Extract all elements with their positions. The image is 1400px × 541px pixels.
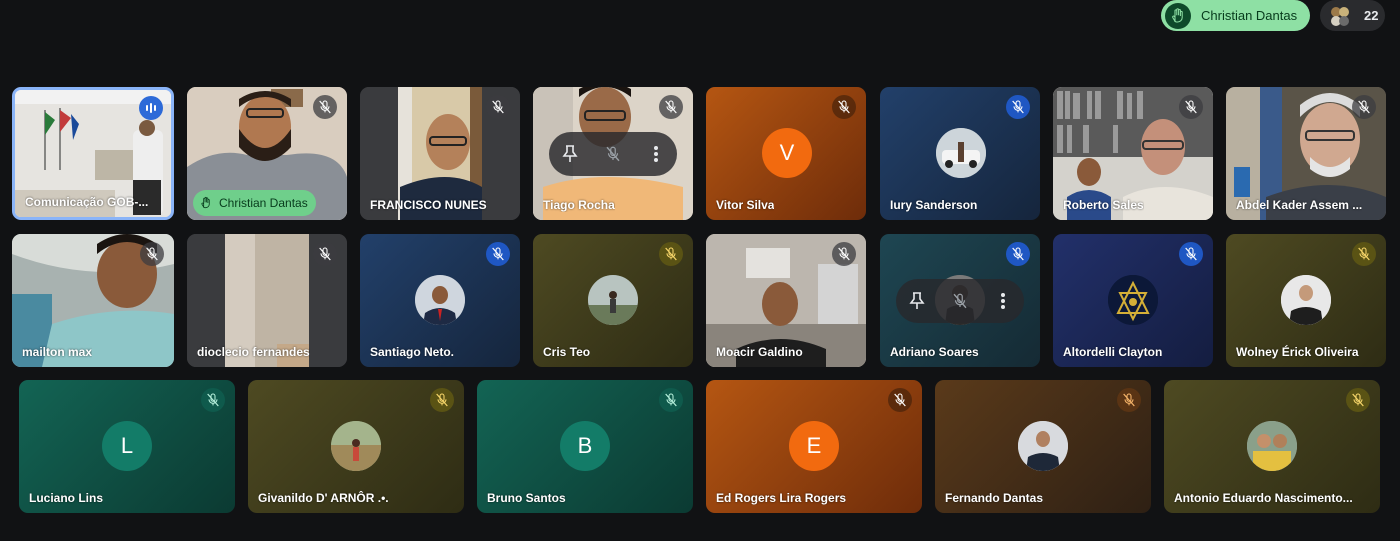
avatar: B (560, 421, 610, 471)
avatar: L (102, 421, 152, 471)
mic-off-icon (313, 95, 337, 119)
mute-icon[interactable] (946, 287, 974, 315)
participant-name: Santiago Neto. (370, 345, 455, 359)
avatar (331, 421, 381, 471)
mic-off-icon (659, 95, 683, 119)
speaking-icon (139, 96, 163, 120)
participant-name: FRANCISCO NUNES (370, 198, 487, 212)
mic-off-icon (140, 242, 164, 266)
participant-tile[interactable]: L Luciano Lins (19, 380, 235, 513)
avatar (415, 275, 465, 325)
mic-off-icon (486, 242, 510, 266)
mic-off-icon (313, 242, 337, 266)
tile-controls (549, 132, 677, 176)
more-options-icon[interactable] (989, 287, 1017, 315)
avatar-initial: E (806, 433, 822, 458)
participant-tile[interactable]: dioclecio fernandes (187, 234, 347, 367)
top-bar: Christian Dantas 22 (0, 0, 1400, 40)
participant-name: Iury Sanderson (890, 198, 978, 212)
participant-name: Abdel Kader Assem ... (1236, 198, 1363, 212)
participant-name: Ed Rogers Lira Rogers (716, 491, 847, 505)
participant-name: Vitor Silva (716, 198, 775, 212)
participant-tile[interactable]: Abdel Kader Assem ... (1226, 87, 1386, 220)
participant-tile[interactable]: Altordelli Clayton (1053, 234, 1213, 367)
mic-off-icon (659, 388, 683, 412)
participant-tile[interactable]: Tiago Rocha (533, 87, 693, 220)
participants-button[interactable]: 22 (1320, 0, 1385, 31)
pin-icon[interactable] (903, 287, 931, 315)
participant-tile[interactable]: B Bruno Santos (477, 380, 693, 513)
participant-count: 22 (1364, 8, 1379, 23)
avatar (1018, 421, 1068, 471)
participant-tile[interactable]: FRANCISCO NUNES (360, 87, 520, 220)
participant-tile[interactable]: Givanildo D' ARNÔR .•. (248, 380, 464, 513)
avatar-initial: V (779, 140, 795, 165)
participant-name: Antonio Eduardo Nascimento... (1174, 491, 1353, 505)
avatar-initial: B (577, 433, 593, 458)
mic-off-icon (1179, 95, 1203, 119)
participant-name: Moacir Galdino (716, 345, 803, 359)
participant-tile[interactable]: Santiago Neto. (360, 234, 520, 367)
participant-tile[interactable]: Moacir Galdino (706, 234, 866, 367)
participant-name: Cris Teo (543, 345, 591, 359)
more-options-icon[interactable] (642, 140, 670, 168)
mic-off-icon (832, 242, 856, 266)
participant-tile[interactable]: Cris Teo (533, 234, 693, 367)
raised-hand-indicator[interactable]: Christian Dantas (1161, 0, 1310, 31)
mute-icon[interactable] (599, 140, 627, 168)
participant-name: Bruno Santos (487, 491, 566, 505)
tile-controls (896, 279, 1024, 323)
raised-hand-icon (1165, 2, 1191, 29)
mic-off-icon (430, 388, 454, 412)
mic-off-icon (832, 95, 856, 119)
participant-tile[interactable]: Wolney Érick Oliveira (1226, 234, 1386, 367)
mic-off-icon (486, 95, 510, 119)
avatar-initial: L (120, 433, 134, 458)
participant-tile[interactable]: V Vitor Silva (706, 87, 866, 220)
participant-tile[interactable]: Antonio Eduardo Nascimento... (1164, 380, 1380, 513)
participant-tile[interactable]: Christian Dantas (187, 87, 347, 220)
participant-name: Altordelli Clayton (1063, 345, 1163, 359)
participant-name: dioclecio fernandes (197, 345, 310, 359)
participant-tile[interactable]: Roberto Sales (1053, 87, 1213, 220)
mic-off-icon (1346, 388, 1370, 412)
participant-name: Adriano Soares (890, 345, 979, 359)
avatar (936, 128, 986, 178)
participant-name: Tiago Rocha (543, 198, 615, 212)
avatar (1247, 421, 1297, 471)
mic-off-icon (1117, 388, 1141, 412)
participant-name: Comunicação GOB-... (25, 195, 149, 209)
participant-name: Luciano Lins (29, 491, 104, 505)
avatar: E (789, 421, 839, 471)
participant-tile[interactable]: Fernando Dantas (935, 380, 1151, 513)
mic-off-icon (1006, 242, 1030, 266)
participant-name: Wolney Érick Oliveira (1236, 345, 1359, 359)
participant-tile[interactable]: Comunicação GOB-... (12, 87, 174, 220)
mic-off-icon (1352, 242, 1376, 266)
raised-hand-chip-name: Christian Dantas (219, 196, 308, 210)
participants-avatars-icon (1331, 6, 1349, 26)
avatar: V (762, 128, 812, 178)
mic-off-icon (659, 242, 683, 266)
avatar (1281, 275, 1331, 325)
participant-tile[interactable]: Iury Sanderson (880, 87, 1040, 220)
mic-off-icon (1179, 242, 1203, 266)
hand-icon (201, 196, 210, 209)
raised-hand-name: Christian Dantas (1201, 8, 1298, 23)
participant-tile[interactable]: Adriano Soares (880, 234, 1040, 367)
participant-name: Roberto Sales (1063, 198, 1144, 212)
mic-off-icon (201, 388, 225, 412)
participant-tile[interactable]: mailton max (12, 234, 174, 367)
participant-name: Fernando Dantas (945, 491, 1044, 505)
participant-tile[interactable]: E Ed Rogers Lira Rogers (706, 380, 922, 513)
mic-off-icon (1006, 95, 1030, 119)
mic-off-icon (888, 388, 912, 412)
participant-name: mailton max (22, 345, 93, 359)
pin-icon[interactable] (556, 140, 584, 168)
participant-name: Givanildo D' ARNÔR .•. (258, 491, 389, 505)
avatar (588, 275, 638, 325)
avatar (1108, 275, 1158, 325)
raised-hand-chip: Christian Dantas (193, 190, 316, 216)
mic-off-icon (1352, 95, 1376, 119)
